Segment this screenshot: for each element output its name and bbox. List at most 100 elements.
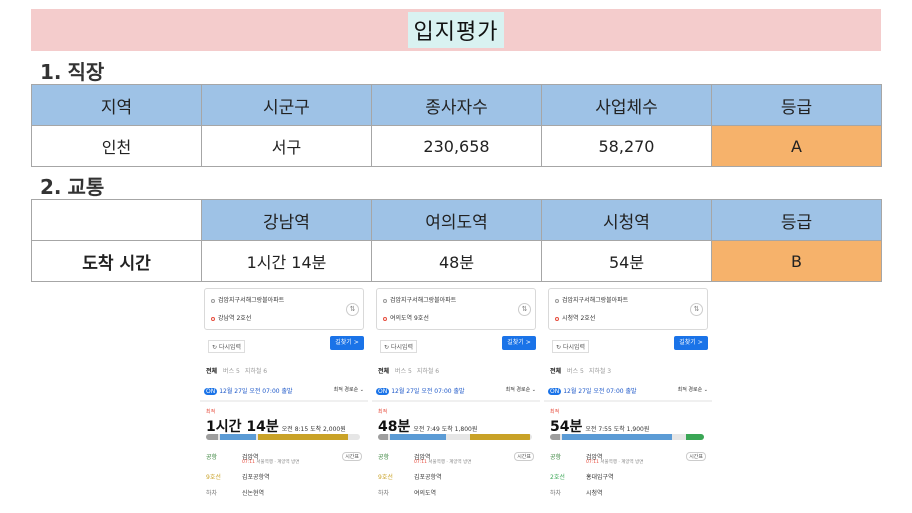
header-cell: 사업체수 [541,84,712,126]
destination-field[interactable]: 강남역 2호선 [211,313,251,322]
work-table: 지역 시군구 종사자수 사업체수 등급 인천 서구 230,658 58,270… [31,84,882,167]
tab-all[interactable]: 전체 [378,368,389,375]
yeouido-time-cell: 48분 [371,240,542,282]
tab-subway[interactable]: 지하철 6 [245,368,267,375]
header-cell: 시군구 [201,84,372,126]
bar-segment-line9 [258,434,348,440]
find-route-button[interactable]: 길찾기 > [330,336,364,350]
best-badge: 최적 [206,409,216,415]
timetable-button[interactable]: 시간표 [686,452,706,461]
grade-cell: A [711,125,882,167]
bar-segment-line9 [470,434,530,440]
transport-tabs: 전체 버스 5 지하철 6 [206,366,272,375]
route-screenshot-cityhall: 검암지구서해그랑블아파트 시청역 2호선 ⇅ ↻ 다시입력 길찾기 > 전체 버스… [544,288,712,512]
route-bar [206,434,360,440]
tab-subway[interactable]: 지하철 3 [589,368,611,375]
section-label: 직장 [67,60,105,84]
origin-field[interactable]: 검암지구서해그랑블아파트 [555,295,628,304]
swap-icon[interactable]: ⇅ [518,303,531,316]
cityhall-time-cell: 54분 [541,240,712,282]
bar-segment-walk [550,434,560,440]
sort-select[interactable]: 최적 경로순 ⌄ [506,386,536,393]
tab-bus[interactable]: 버스 5 [567,368,584,375]
route-input-box: 검암지구서해그랑블아파트 시청역 2호선 ⇅ [548,288,708,330]
table-row: 도착 시간 1시간 14분 48분 54분 B [31,240,882,282]
destination-field[interactable]: 여의도역 9호선 [383,313,429,322]
list-item: 하차 시청역 [550,490,603,497]
table-header-row: 지역 시군구 종사자수 사업체수 등급 [31,84,882,126]
departure-time[interactable]: ON 12월 27일 오전 07:00 출발 [548,386,637,395]
timetable-button[interactable]: 시간표 [514,452,534,461]
list-item: 9호선 김포공항역 [206,474,270,481]
header-cell: 시청역 [541,199,712,241]
row-label: 도착 시간 [31,240,202,282]
header-cell: 등급 [711,84,882,126]
list-item: 2호선 홍대입구역 [550,474,614,481]
bar-segment-walk [378,434,388,440]
departure-time[interactable]: ON 12월 27일 오전 07:00 출발 [376,386,465,395]
route-bar [550,434,704,440]
destination-dot-icon [555,316,559,321]
route-steps: 공항 검암역 07:11 서울역행 · 계양역 방면 시간표 9호선 김포공항역 하차 신… [206,452,362,504]
section-number: 1. [40,60,62,84]
transport-tabs: 전체 버스 5 지하철 6 [378,366,444,375]
section-heading-transport: 2. 교통 [40,171,104,200]
destination-dot-icon [211,316,215,321]
origin-dot-icon [555,298,559,303]
on-toggle[interactable]: ON [376,388,390,395]
header-cell: 종사자수 [371,84,542,126]
origin-field[interactable]: 검암지구서해그랑블아파트 [211,295,284,304]
header-cell: 등급 [711,199,882,241]
bar-segment-line2 [686,434,704,440]
title-bar: 입지평가 [31,9,881,51]
district-cell: 서구 [201,125,372,167]
swap-icon[interactable]: ⇅ [346,303,359,316]
origin-dot-icon [383,298,387,303]
departure-time[interactable]: ON 12월 27일 오전 07:00 출발 [204,386,293,395]
reset-button[interactable]: ↻ 다시입력 [380,340,418,353]
divider [544,400,712,402]
sort-select[interactable]: 최적 경로순 ⌄ [334,386,364,393]
origin-field[interactable]: 검암지구서해그랑블아파트 [383,295,456,304]
table-row: 인천 서구 230,658 58,270 A [31,125,882,167]
list-item: 하차 신논현역 [206,490,265,497]
region-cell: 인천 [31,125,202,167]
tab-all[interactable]: 전체 [550,368,561,375]
duration: 54분 오전 7:55 도착 1,900원 [550,419,650,435]
transport-table: 강남역 여의도역 시청역 등급 도착 시간 1시간 14분 48분 54분 B [31,199,882,282]
timetable-button[interactable]: 시간표 [342,452,362,461]
best-badge: 최적 [378,409,388,415]
divider [372,400,540,402]
destination-field[interactable]: 시청역 2호선 [555,313,595,322]
gangnam-time-cell: 1시간 14분 [201,240,372,282]
duration: 48분 오전 7:49 도착 1,800원 [378,419,478,435]
section-label: 교통 [67,175,105,199]
route-steps: 공항 검암역 07:11 서울역행 · 계양역 방면 시간표 9호선 김포공항역 하차 여… [378,452,534,504]
list-item: 공항 검암역 07:11 서울역행 · 계양역 방면 시간표 [550,452,706,468]
route-input-box: 검암지구서해그랑블아파트 강남역 2호선 ⇅ [204,288,364,330]
tab-all[interactable]: 전체 [206,368,217,375]
tab-subway[interactable]: 지하철 6 [417,368,439,375]
on-toggle[interactable]: ON [548,388,562,395]
tab-bus[interactable]: 버스 5 [395,368,412,375]
bar-segment-airport [220,434,256,440]
sort-select[interactable]: 최적 경로순 ⌄ [678,386,708,393]
grade-cell: B [711,240,882,282]
route-screenshot-yeouido: 검암지구서해그랑블아파트 여의도역 9호선 ⇅ ↻ 다시입력 길찾기 > 전체 버… [372,288,540,512]
reset-button[interactable]: ↻ 다시입력 [552,340,590,353]
find-route-button[interactable]: 길찾기 > [502,336,536,350]
section-number: 2. [40,175,62,199]
header-cell: 지역 [31,84,202,126]
find-route-button[interactable]: 길찾기 > [674,336,708,350]
employees-cell: 230,658 [371,125,542,167]
on-toggle[interactable]: ON [204,388,218,395]
bar-segment-airport [390,434,446,440]
tab-bus[interactable]: 버스 5 [223,368,240,375]
table-header-row: 강남역 여의도역 시청역 등급 [31,199,882,241]
swap-icon[interactable]: ⇅ [690,303,703,316]
reset-button[interactable]: ↻ 다시입력 [208,340,246,353]
bar-segment-walk [206,434,218,440]
bar-segment-airport [562,434,672,440]
slide: 입지평가 1. 직장 지역 시군구 종사자수 사업체수 등급 인천 서구 230,… [0,0,912,513]
route-input-box: 검암지구서해그랑블아파트 여의도역 9호선 ⇅ [376,288,536,330]
